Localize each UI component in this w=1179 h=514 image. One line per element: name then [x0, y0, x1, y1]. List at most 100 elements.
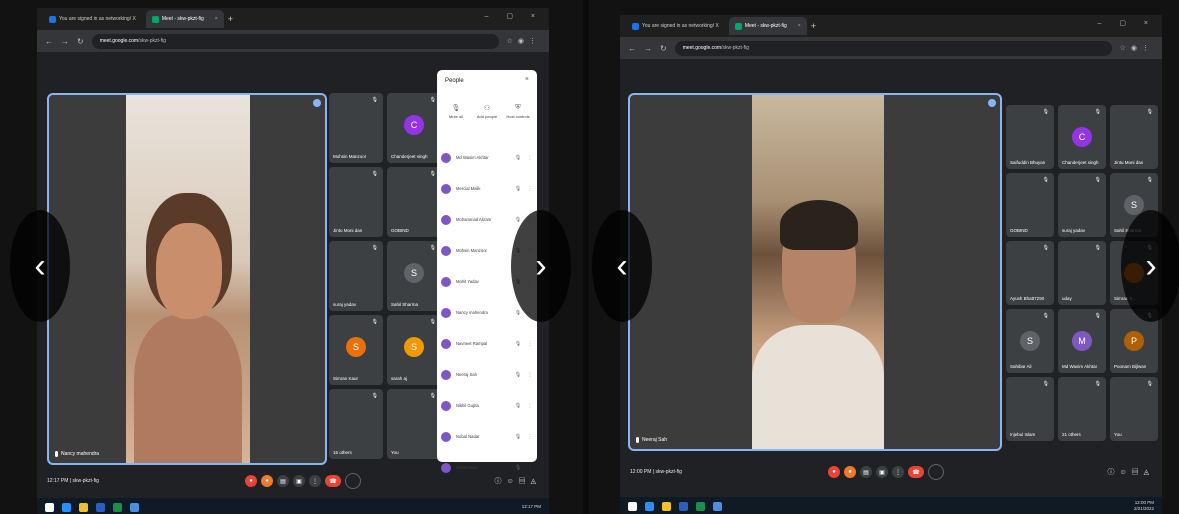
close-tab-icon[interactable]: ×: [215, 16, 218, 22]
host-controls-button[interactable]: ⛨ Host controls: [503, 104, 533, 119]
back-icon[interactable]: ←: [45, 37, 53, 46]
excel-icon[interactable]: [113, 502, 122, 512]
mic-off-button[interactable]: ●: [245, 475, 257, 487]
participant-tile[interactable]: 🎙 Ssarah aj: [387, 315, 441, 385]
reload-icon[interactable]: ↻: [77, 37, 84, 46]
excel-icon[interactable]: [696, 501, 705, 511]
pin-icon[interactable]: [313, 99, 321, 107]
mic-off-button[interactable]: ●: [828, 466, 840, 478]
next-arrow-icon[interactable]: ›: [511, 210, 571, 322]
end-call-button[interactable]: ☎: [908, 466, 924, 478]
pin-icon[interactable]: [988, 99, 996, 107]
participant-tile[interactable]: 🎙 You: [1110, 377, 1158, 441]
window-controls[interactable]: – ▢ ×: [485, 12, 543, 20]
forward-icon[interactable]: →: [61, 37, 69, 46]
shield-icon[interactable]: [130, 502, 139, 512]
meeting-side-controls[interactable]: ⓘ☺▤◬: [1107, 467, 1154, 477]
participant-tile[interactable]: 🎙 suraj yadav: [329, 241, 383, 311]
browser-tools[interactable]: ☆◉⋮: [507, 37, 541, 45]
participant-tile[interactable]: 🎙 GOBIND: [387, 167, 441, 237]
more-options-button[interactable]: ⋮: [892, 466, 904, 478]
tab-meet[interactable]: Meet - skw-pkzt-fig ×: [145, 10, 224, 28]
participant-tile[interactable]: 🎙 S Sahil Sharma: [387, 241, 441, 311]
system-tray[interactable]: 12:17 PM: [522, 504, 541, 510]
captions-button[interactable]: ▤: [860, 466, 872, 478]
participant-tile[interactable]: 🎙 You: [387, 389, 441, 459]
participant-tile[interactable]: 🎙 Jintu Moni das: [1110, 105, 1158, 169]
more-icon[interactable]: ⋮: [527, 434, 533, 440]
tab-networking[interactable]: You are signed in as networking/ X: [43, 10, 142, 28]
new-tab-icon[interactable]: +: [811, 21, 816, 31]
participant-tile[interactable]: 🎙 GOBIND: [1006, 173, 1054, 237]
participant-tile[interactable]: 🎙 Jintu Moni das: [329, 167, 383, 237]
start-icon[interactable]: [45, 502, 54, 512]
participant-tile[interactable]: 🎙 Saifuddin Bhuyan: [1006, 105, 1054, 169]
present-button[interactable]: ▣: [876, 466, 888, 478]
forward-icon[interactable]: →: [644, 44, 652, 53]
reload-icon[interactable]: ↻: [660, 44, 667, 53]
mic-icon[interactable]: 🎙: [514, 310, 522, 316]
back-icon[interactable]: ←: [628, 44, 636, 53]
participant-tile[interactable]: 🎙 15 others: [329, 389, 383, 459]
url-field[interactable]: meet.google.com/skw-pkzt-fig: [91, 33, 499, 49]
mute-all-button[interactable]: 🎙 Mute all: [441, 104, 471, 119]
prev-arrow-icon[interactable]: ‹: [592, 210, 652, 322]
mic-icon[interactable]: 🎙: [514, 372, 522, 378]
shield-icon[interactable]: [713, 501, 722, 511]
captions-button[interactable]: ▤: [277, 475, 289, 487]
mic-icon[interactable]: 🎙: [514, 434, 522, 440]
list-item[interactable]: Mercial Malik 🎙 ⋮: [441, 173, 533, 204]
prev-arrow-icon[interactable]: ‹: [10, 210, 70, 322]
participant-tile[interactable]: 🎙 suraj yadav: [1058, 173, 1106, 237]
browser-tools[interactable]: ☆◉⋮: [1120, 44, 1154, 52]
more-icon[interactable]: ⋮: [527, 372, 533, 378]
tab-meet[interactable]: Meet - skw-pkzt-fig ×: [728, 17, 807, 35]
add-people-button[interactable]: ⚇ Add people: [472, 104, 502, 119]
participant-tile[interactable]: 🎙 Ayush Bhatt7290: [1006, 241, 1054, 305]
mic-icon[interactable]: 🎙: [514, 186, 522, 192]
participant-tile[interactable]: 🎙 C Chanderjeet singh: [387, 93, 441, 163]
folder-icon[interactable]: [662, 501, 671, 511]
meeting-side-controls[interactable]: ⓘ☺▤◬: [494, 476, 541, 486]
mic-icon[interactable]: 🎙: [514, 341, 522, 347]
present-button[interactable]: ▣: [293, 475, 305, 487]
end-call-button[interactable]: ☎: [325, 475, 341, 487]
list-item[interactable]: Navneet Rampal 🎙 ⋮: [441, 328, 533, 359]
new-tab-icon[interactable]: +: [228, 14, 233, 24]
browser-icon[interactable]: [645, 501, 654, 511]
participant-tile[interactable]: 🎙 uday: [1058, 241, 1106, 305]
mic-icon[interactable]: 🎙: [514, 403, 522, 409]
camera-button[interactable]: ●: [261, 475, 273, 487]
tab-networking[interactable]: You are signed in as networking/ X: [626, 17, 725, 35]
start-icon[interactable]: [628, 501, 637, 511]
participant-tile[interactable]: 🎙 M Md Wasim Akhtar: [1058, 309, 1106, 373]
browser-icon[interactable]: [62, 502, 71, 512]
participant-tile[interactable]: 🎙 21 others: [1058, 377, 1106, 441]
mic-icon[interactable]: 🎙: [514, 155, 522, 161]
participant-tile[interactable]: 🎙 C Chanderjeet singh: [1058, 105, 1106, 169]
participant-tile[interactable]: 🎙 Mohsin Manzoor: [329, 93, 383, 163]
word-icon[interactable]: [96, 502, 105, 512]
main-video-tile[interactable]: Neeraj Sah: [628, 93, 1002, 451]
window-controls[interactable]: – ▢ ×: [1098, 19, 1156, 27]
participant-tile[interactable]: 🎙 S Sahibar Ali: [1006, 309, 1054, 373]
list-item[interactable]: Md Wasim Akhtar 🎙 ⋮: [441, 142, 533, 173]
more-icon[interactable]: ⋮: [527, 341, 533, 347]
list-item[interactable]: Nobal Nadar 🎙 ⋮: [441, 421, 533, 452]
camera-button[interactable]: ●: [844, 466, 856, 478]
close-tab-icon[interactable]: ×: [798, 23, 801, 29]
participant-tile[interactable]: 🎙 S Simran Kaur: [329, 315, 383, 385]
list-item[interactable]: Nikhil Gupta 🎙 ⋮: [441, 390, 533, 421]
empty-control[interactable]: [345, 473, 361, 489]
folder-icon[interactable]: [79, 502, 88, 512]
word-icon[interactable]: [679, 501, 688, 511]
main-video-tile[interactable]: Nancy mahendra: [47, 93, 327, 465]
more-icon[interactable]: ⋮: [527, 403, 533, 409]
url-field[interactable]: meet.google.com/skw-pkzt-fig: [674, 40, 1112, 56]
more-options-button[interactable]: ⋮: [309, 475, 321, 487]
list-item[interactable]: Neeraj Sah 🎙 ⋮: [441, 359, 533, 390]
mic-icon[interactable]: 🎙: [514, 217, 522, 223]
more-icon[interactable]: ⋮: [527, 186, 533, 192]
empty-control[interactable]: [928, 464, 944, 480]
more-icon[interactable]: ⋮: [527, 155, 533, 161]
